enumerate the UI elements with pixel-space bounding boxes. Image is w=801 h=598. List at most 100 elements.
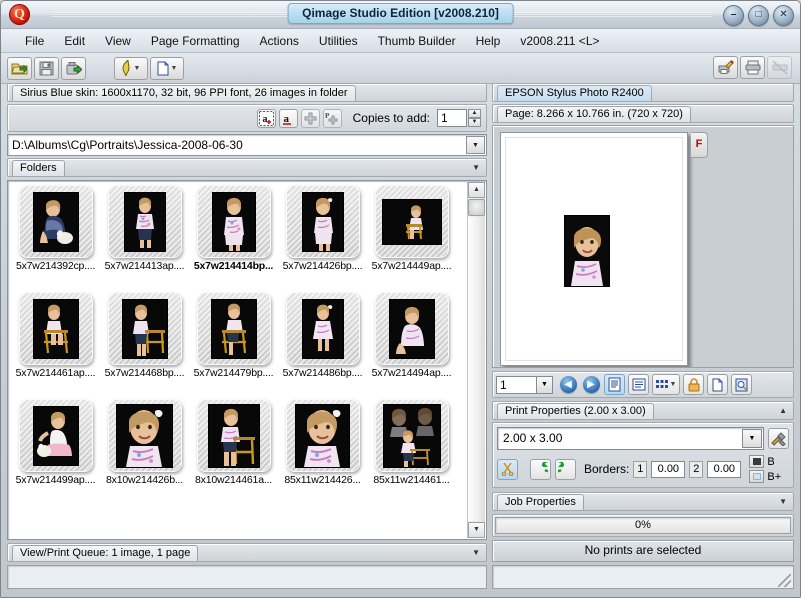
filter-button[interactable]: ▼ — [114, 56, 148, 80]
border2-input[interactable]: 0.00 — [707, 460, 742, 478]
thumbnail-frame[interactable] — [18, 292, 93, 365]
add-selected-button[interactable]: a — [278, 108, 298, 128]
thumbnail-frame[interactable] — [107, 292, 182, 365]
print-size-combo[interactable]: 2.00 x 3.00 ▼ — [497, 427, 764, 450]
rotate-right-button[interactable] — [555, 458, 576, 480]
job-properties-caret-icon[interactable]: ▼ — [779, 497, 787, 506]
new-page-button-right[interactable] — [707, 374, 728, 395]
thumbnail-frame[interactable] — [196, 292, 271, 365]
crop-button[interactable] — [497, 458, 518, 480]
queue-caret-icon[interactable]: ▼ — [472, 548, 480, 557]
page-selector[interactable]: ▼ — [496, 375, 553, 394]
thumbnail-frame[interactable] — [107, 399, 182, 472]
thumbnail-item[interactable]: 8x10w214426b... — [100, 399, 189, 506]
print-properties-collapse-icon[interactable]: ▲ — [779, 406, 787, 415]
menu-item-edit[interactable]: Edit — [54, 31, 95, 51]
preview-print-image[interactable] — [565, 216, 609, 286]
plus-button[interactable] — [300, 108, 320, 128]
preview-page[interactable] — [500, 132, 688, 366]
copies-spin-arrows[interactable]: ▲ ▼ — [468, 109, 481, 127]
page-view-button[interactable] — [604, 374, 625, 395]
border1-input[interactable]: 0.00 — [651, 460, 686, 478]
border-b-row[interactable]: B — [749, 455, 781, 468]
scrollbar-track[interactable] — [468, 217, 485, 521]
thumbnail-item[interactable]: 5x7w214486bp.... — [278, 292, 367, 399]
job-properties-tab[interactable]: Job Properties — [497, 493, 584, 510]
thumbnail-item[interactable]: 5x7w214468bp.... — [100, 292, 189, 399]
page-flag-tab[interactable]: F — [691, 132, 708, 158]
resize-grip-icon[interactable] — [778, 574, 791, 587]
page-dropdown-button[interactable]: ▼ — [536, 375, 553, 394]
thumbnail-item[interactable]: 5x7w214499ap.... — [11, 399, 100, 506]
page-number-input[interactable] — [496, 375, 536, 394]
folders-tab[interactable]: Folders — [12, 159, 65, 176]
print-button[interactable] — [740, 56, 765, 79]
scroll-down-button[interactable]: ▼ — [468, 522, 485, 538]
thumbnail-frame[interactable] — [18, 185, 93, 258]
queue-tab[interactable]: View/Print Queue: 1 image, 1 page — [12, 544, 199, 561]
thumbnail-item[interactable]: 5x7w214479bp.... — [189, 292, 278, 399]
print-size-dropdown[interactable]: ▼ — [742, 429, 762, 448]
new-page-button[interactable]: ▼ — [150, 56, 184, 80]
grid-view-button[interactable]: ▼ — [652, 374, 680, 395]
folders-caret-icon[interactable]: ▼ — [472, 163, 480, 172]
print-tools-button[interactable] — [768, 428, 789, 449]
copies-stepper[interactable]: ▲ ▼ — [437, 109, 481, 127]
thumbnail-item[interactable]: 5x7w214413ap.... — [100, 185, 189, 292]
thumbnail-viewer[interactable]: 5x7w214392cp.... 5x7w214413ap.... 5x7w21… — [7, 180, 487, 540]
menu-item-utilities[interactable]: Utilities — [309, 31, 368, 51]
scroll-up-button[interactable]: ▲ — [468, 182, 485, 198]
border-bplus-row[interactable]: B+ — [749, 470, 781, 483]
copies-spin-down[interactable]: ▼ — [468, 118, 481, 127]
folder-path-combo[interactable]: D:\Albums\Cg\Portraits\Jessica-2008-06-3… — [7, 134, 487, 156]
edit-print-button[interactable] — [713, 56, 738, 79]
add-all-button[interactable]: a — [256, 108, 276, 128]
thumbnail-item[interactable]: 5x7w214414bp... — [189, 185, 278, 292]
thumbnail-item[interactable]: 8x10w214461a... — [189, 399, 278, 506]
thumbnail-frame[interactable] — [374, 399, 449, 472]
minimize-button[interactable]: – — [723, 5, 744, 26]
printer-tab[interactable]: EPSON Stylus Photo R2400 — [497, 84, 652, 101]
thumbnail-frame[interactable] — [285, 185, 360, 258]
save-button[interactable] — [34, 56, 59, 80]
thumbnail-item[interactable]: 5x7w214426bp.... — [278, 185, 367, 292]
rotate-left-button[interactable] — [530, 458, 551, 480]
close-button[interactable]: ✕ — [773, 5, 794, 26]
thumbnail-frame[interactable] — [196, 399, 271, 472]
thumbnail-item[interactable]: 5x7w214449ap.... — [367, 185, 456, 292]
maximize-button[interactable]: □ — [748, 5, 769, 26]
copies-input[interactable] — [437, 109, 467, 127]
export-button[interactable] — [61, 56, 86, 80]
menu-item-actions[interactable]: Actions — [250, 31, 309, 51]
chevron-down-icon[interactable]: ▼ — [670, 381, 677, 388]
thumbnail-item[interactable]: 85x11w214461... — [367, 399, 456, 506]
thumbnail-frame[interactable] — [285, 399, 360, 472]
previous-page-button[interactable]: ◀ — [558, 374, 578, 395]
thumbnail-item[interactable]: 5x7w214494ap.... — [367, 292, 456, 399]
thumbnail-frame[interactable] — [18, 399, 93, 472]
preview-zoom-button[interactable] — [731, 374, 752, 395]
next-page-button[interactable]: ▶ — [581, 374, 601, 395]
open-folder-button[interactable] — [7, 56, 32, 80]
menu-item-thumb-builder[interactable]: Thumb Builder — [368, 31, 466, 51]
thumbnail-frame[interactable] — [374, 292, 449, 365]
border-bplus-swatch[interactable] — [749, 470, 765, 483]
thumbnail-frame[interactable] — [107, 185, 182, 258]
menu-item-help[interactable]: Help — [466, 31, 511, 51]
thumbnail-item[interactable]: 5x7w214461ap.... — [11, 292, 100, 399]
print-preview[interactable]: F — [492, 125, 794, 368]
menu-item-view[interactable]: View — [95, 31, 141, 51]
print-properties-tab[interactable]: Print Properties (2.00 x 3.00) — [497, 402, 654, 419]
list-view-button[interactable] — [628, 374, 649, 395]
scrollbar-thumb[interactable] — [468, 199, 485, 216]
thumbnail-frame[interactable] — [285, 292, 360, 365]
thumbnail-scrollbar[interactable]: ▲ ▼ — [467, 182, 485, 538]
thumbnail-frame[interactable] — [196, 185, 271, 258]
thumbnail-item[interactable]: 5x7w214392cp.... — [11, 185, 100, 292]
menu-item-file[interactable]: File — [15, 31, 54, 51]
menu-item-page-formatting[interactable]: Page Formatting — [141, 31, 250, 51]
plus-page-button[interactable]: P — [322, 108, 342, 128]
border-b-swatch[interactable] — [749, 455, 765, 468]
folder-path-dropdown[interactable]: ▼ — [466, 136, 485, 154]
lock-button[interactable] — [683, 374, 704, 395]
